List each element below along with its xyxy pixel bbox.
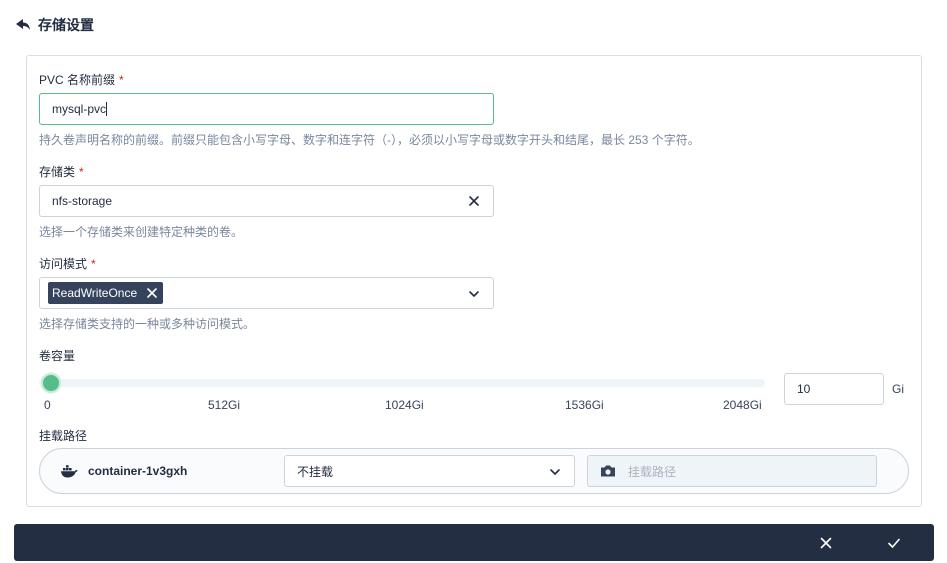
mount-mode-value: 不挂载 [297, 464, 334, 479]
cancel-button[interactable] [815, 532, 837, 554]
pvc-prefix-label-text: PVC 名称前缀 [39, 73, 116, 87]
container-name: container-1v3gxh [88, 464, 188, 478]
pvc-prefix-description: 持久卷声明名称的前缀。前缀只能包含小写字母、数字和连字符（-），必须以小写字母或… [39, 133, 700, 147]
access-mode-tag-label: ReadWriteOnce [52, 286, 138, 300]
mount-path-label: 挂载路径 [39, 429, 88, 443]
capacity-unit: Gi [892, 382, 904, 396]
storage-class-select[interactable]: nfs-storage [39, 185, 494, 217]
page-header: 存储设置 [14, 14, 94, 36]
capacity-input[interactable]: 10 [784, 373, 884, 405]
access-mode-description: 选择存储类支持的一种或多种访问模式。 [39, 317, 256, 331]
camera-icon [600, 464, 616, 478]
storage-class-value: nfs-storage [52, 194, 113, 208]
pvc-prefix-input[interactable]: mysql-pvc [39, 93, 494, 125]
check-icon [888, 538, 900, 548]
slider-tick-label: 0 [44, 398, 51, 412]
capacity-slider-thumb[interactable] [41, 373, 62, 393]
page-title: 存储设置 [38, 17, 94, 33]
access-mode-label-text: 访问模式 [39, 257, 88, 271]
mount-path-placeholder: 挂载路径 [628, 464, 677, 479]
capacity-label: 卷容量 [39, 349, 76, 363]
pvc-prefix-value: mysql-pvc [52, 102, 107, 116]
access-mode-select[interactable]: ReadWriteOnce [39, 277, 494, 309]
clear-icon[interactable] [467, 194, 481, 208]
mount-row: container-1v3gxh 不挂载 挂载路径 [39, 448, 909, 494]
slider-tick-label: 2048Gi [723, 398, 762, 412]
back-arrow-icon[interactable] [14, 17, 32, 33]
required-mark: * [79, 165, 84, 179]
capacity-value: 10 [797, 382, 811, 396]
storage-settings-panel: PVC 名称前缀 * mysql-pvc 持久卷声明名称的前缀。前缀只能包含小写字… [26, 55, 922, 507]
tag-close-icon[interactable] [145, 286, 159, 300]
mount-mode-select[interactable]: 不挂载 [284, 455, 575, 487]
chevron-down-icon[interactable] [548, 465, 562, 479]
access-mode-label: 访问模式 * [39, 255, 96, 272]
chevron-down-icon[interactable] [467, 287, 481, 301]
storage-class-description: 选择一个存储类来创建特定种类的卷。 [39, 225, 244, 239]
required-mark: * [119, 73, 124, 87]
slider-tick-label: 1536Gi [565, 398, 604, 412]
storage-class-label: 存储类 * [39, 163, 84, 180]
confirm-button[interactable] [883, 532, 905, 554]
slider-tick-label: 512Gi [208, 398, 241, 412]
storage-class-label-text: 存储类 [39, 165, 76, 179]
close-icon [820, 537, 832, 549]
capacity-slider-track[interactable] [39, 379, 765, 387]
slider-tick-label: 1024Gi [385, 398, 424, 412]
mount-path-input[interactable]: 挂载路径 [587, 455, 877, 487]
docker-icon [60, 463, 78, 479]
pvc-prefix-label: PVC 名称前缀 * [39, 71, 124, 88]
access-mode-tag: ReadWriteOnce [48, 282, 164, 304]
text-caret [106, 102, 108, 116]
action-footer [14, 524, 934, 561]
required-mark: * [91, 257, 96, 271]
